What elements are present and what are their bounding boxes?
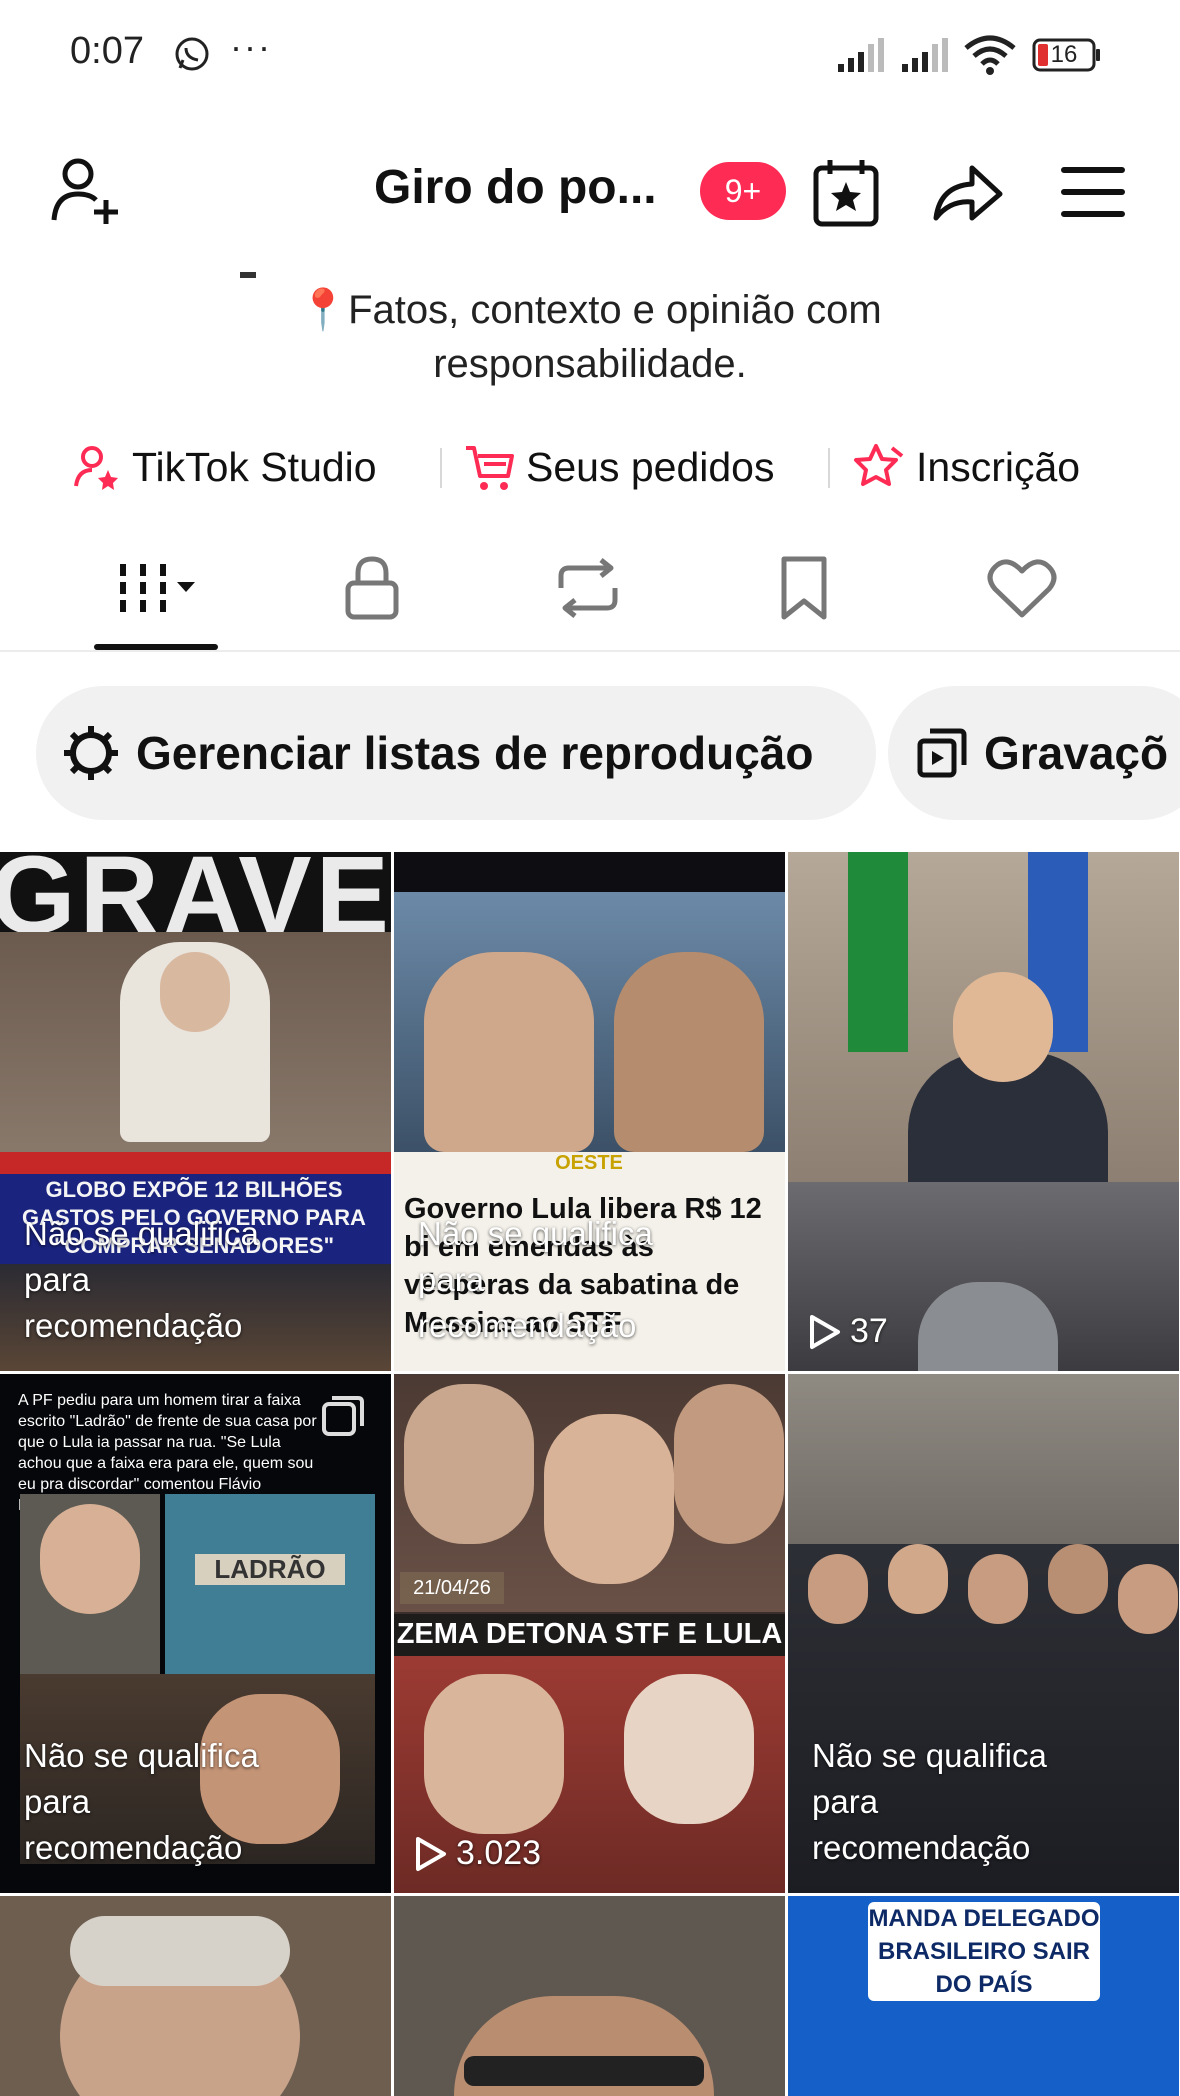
sign-text: LADRÃO bbox=[195, 1554, 345, 1585]
view-count-value: 3.023 bbox=[456, 1834, 542, 1872]
battery-level: 16 bbox=[1050, 41, 1078, 68]
video-date: 21/04/26 bbox=[400, 1572, 504, 1604]
play-icon bbox=[810, 1314, 840, 1349]
recordings-button[interactable]: Gravaçõ bbox=[888, 686, 1180, 820]
tiktok-studio-link[interactable]: TikTok Studio bbox=[72, 432, 377, 502]
bookmark-icon bbox=[781, 556, 827, 620]
video-tile[interactable]: Não se qualifica para recomendação bbox=[788, 1374, 1179, 1893]
subscription-label: Inscrição bbox=[916, 443, 1081, 490]
video-tile[interactable]: A PF pediu para um homem tirar a faixa e… bbox=[0, 1374, 391, 1893]
gear-icon bbox=[64, 726, 118, 780]
share-icon[interactable] bbox=[930, 156, 1006, 228]
view-count: 3.023 bbox=[414, 1834, 541, 1873]
brand-label: OESTE bbox=[555, 1152, 623, 1174]
video-tile[interactable]: 37 bbox=[788, 852, 1179, 1371]
lock-icon bbox=[345, 556, 399, 620]
calendar-star-icon[interactable] bbox=[810, 156, 882, 228]
notification-more-icon: ··· bbox=[230, 26, 272, 67]
tab-videos[interactable] bbox=[96, 548, 220, 628]
profile-title[interactable]: Giro do po... bbox=[374, 160, 657, 215]
tab-liked[interactable] bbox=[962, 548, 1082, 628]
video-grid: GRAVE GLOBO EXPÕE 12 BILHÕES GASTOS PELO… bbox=[0, 852, 1180, 2096]
manage-playlists-label: Gerenciar listas de reprodução bbox=[136, 727, 814, 779]
play-icon bbox=[416, 1836, 446, 1871]
not-eligible-label: Não se qualifica para recomendação bbox=[812, 1737, 1047, 1866]
whatsapp-icon bbox=[175, 37, 209, 71]
orders-label: Seus pedidos bbox=[526, 443, 775, 490]
carousel-icon bbox=[322, 1396, 364, 1436]
subscription-link[interactable]: Inscrição bbox=[852, 432, 1080, 502]
tab-reposts[interactable] bbox=[528, 548, 648, 628]
bio-line: responsabilidade. bbox=[433, 342, 747, 386]
status-bar: 0:07 ··· 16 bbox=[0, 0, 1180, 110]
add-user-icon[interactable] bbox=[48, 154, 124, 230]
divider bbox=[440, 448, 442, 488]
orders-link[interactable]: Seus pedidos bbox=[464, 432, 774, 502]
view-count-value: 37 bbox=[850, 1312, 888, 1350]
divider bbox=[0, 650, 1180, 652]
grid-dropdown-icon bbox=[120, 564, 195, 612]
video-tile[interactable]: MANDA DELEGADO BRASILEIRO SAIR DO PAÍS bbox=[788, 1896, 1179, 2096]
heart-icon bbox=[987, 559, 1057, 618]
notification-badge[interactable]: 9+ bbox=[700, 162, 786, 220]
battery-icon: 16 bbox=[1032, 38, 1102, 72]
video-headline: ZEMA DETONA STF E LULA bbox=[394, 1612, 785, 1656]
repost-icon bbox=[558, 558, 618, 618]
video-tile[interactable] bbox=[0, 1896, 391, 2096]
video-tile[interactable] bbox=[394, 1896, 785, 2096]
signal-icon bbox=[902, 38, 948, 72]
tiktok-studio-label: TikTok Studio bbox=[132, 443, 377, 490]
view-count: 37 bbox=[808, 1312, 888, 1351]
video-tile[interactable]: OESTE Governo Lula libera R$ 12 bi em em… bbox=[394, 852, 785, 1371]
video-headline: MANDA DELEGADO BRASILEIRO SAIR DO PAÍS bbox=[868, 1902, 1100, 2001]
divider bbox=[828, 448, 830, 488]
not-eligible-label: Não se qualifica para recomendação bbox=[24, 1215, 259, 1344]
wifi-icon bbox=[964, 35, 1016, 75]
not-eligible-label: Não se qualifica para recomendação bbox=[24, 1737, 259, 1866]
bio-line: 📍Fatos, contexto e opinião com bbox=[298, 288, 882, 332]
tab-saved[interactable] bbox=[744, 548, 864, 628]
manage-playlists-button[interactable]: Gerenciar listas de reprodução bbox=[36, 686, 876, 820]
recordings-label: Gravaçõ bbox=[984, 727, 1169, 779]
video-tile[interactable]: GRAVE GLOBO EXPÕE 12 BILHÕES GASTOS PELO… bbox=[0, 852, 391, 1371]
not-eligible-label: Não se qualifica para recomendação bbox=[418, 1215, 653, 1344]
bio-fragment bbox=[240, 272, 256, 278]
studio-user-star-icon bbox=[74, 446, 118, 490]
video-tile[interactable]: 21/04/26 ZEMA DETONA STF E LULA 3.023 bbox=[394, 1374, 785, 1893]
status-time: 0:07 bbox=[70, 30, 144, 72]
signal-icon bbox=[838, 38, 884, 72]
cart-icon bbox=[466, 446, 514, 490]
playlist-icon bbox=[917, 728, 967, 778]
menu-icon[interactable] bbox=[1060, 164, 1126, 220]
tab-private[interactable] bbox=[312, 548, 432, 628]
subscription-star-icon bbox=[854, 444, 904, 486]
